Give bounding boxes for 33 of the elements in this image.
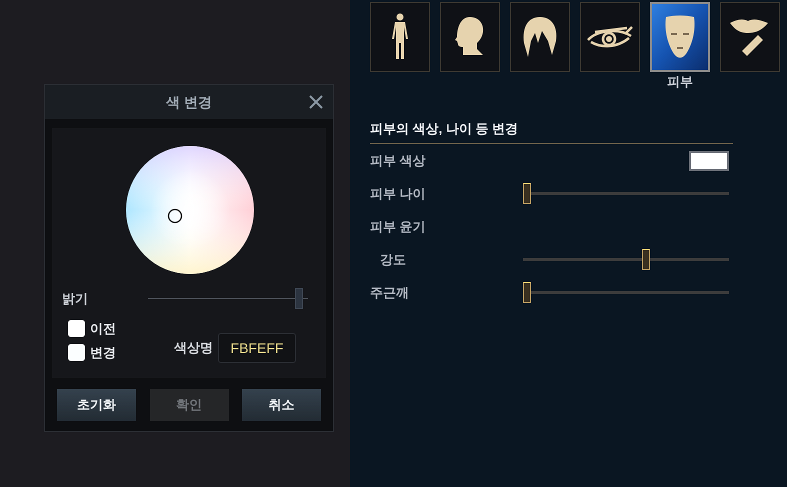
setting-label: 주근깨 <box>370 284 409 302</box>
setting-label: 피부 나이 <box>370 184 426 203</box>
slider[interactable] <box>523 249 729 270</box>
hex-input-field[interactable]: FBFEFF <box>218 333 296 363</box>
color-swatch[interactable] <box>689 150 729 170</box>
setting-label: 피부 색상 <box>370 152 426 170</box>
face-mask-icon <box>663 14 697 60</box>
slider-handle[interactable] <box>295 288 304 309</box>
setting-label: 피부 윤기 <box>370 218 426 236</box>
swatch-label: 변경 <box>90 344 116 362</box>
slider[interactable] <box>148 288 308 309</box>
category-tab[interactable] <box>510 2 570 72</box>
tab-label: 피부 <box>667 74 693 90</box>
human-figure-icon <box>390 13 410 61</box>
category-tab[interactable] <box>650 2 710 72</box>
picker-ring-icon[interactable] <box>167 208 183 224</box>
slider[interactable] <box>523 183 729 204</box>
close-button[interactable] <box>309 95 323 109</box>
swatch-label: 이전 <box>90 320 116 338</box>
dialog-title: 색 변경 <box>166 92 212 112</box>
category-tab[interactable] <box>580 2 640 72</box>
brightness-label: 밝기 <box>62 290 88 308</box>
section-title: 피부의 색상, 나이 등 변경 <box>370 120 733 144</box>
setting-label: 강도 <box>379 250 406 269</box>
category-tab[interactable] <box>440 2 500 72</box>
dialog-button[interactable]: 취소 <box>242 389 321 421</box>
category-tab[interactable] <box>370 2 430 72</box>
color-name-label: 색상명 <box>174 339 213 358</box>
color-wheel[interactable] <box>126 146 254 274</box>
category-tab[interactable] <box>720 2 780 72</box>
slider[interactable] <box>523 282 729 303</box>
close-icon <box>309 95 323 109</box>
dialog-button[interactable]: 초기화 <box>57 389 136 421</box>
